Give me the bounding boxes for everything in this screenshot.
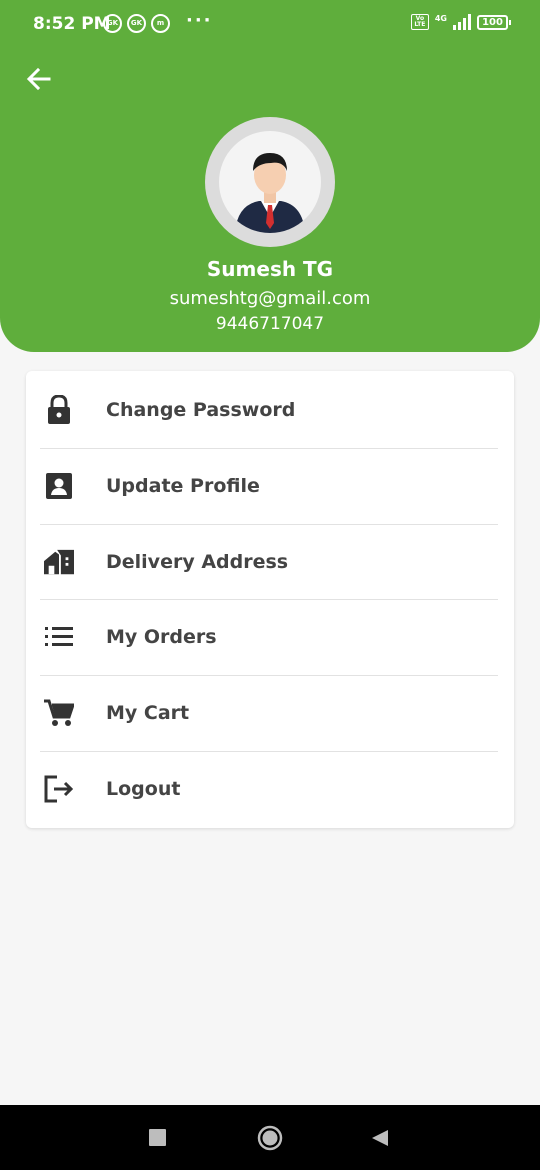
menu-item-my-cart[interactable]: My Cart	[40, 675, 498, 751]
system-nav-bar	[0, 1105, 540, 1170]
arrow-left-icon	[26, 67, 51, 91]
profile-name: Sumesh TG	[206, 257, 334, 281]
profile-phone: 9446717047	[215, 314, 325, 334]
menu-item-my-orders[interactable]: My Orders	[40, 599, 498, 675]
user-avatar-icon	[235, 153, 305, 233]
menu-item-update-profile[interactable]: Update Profile	[40, 448, 498, 524]
list-icon	[44, 622, 74, 652]
profile-header: 8:52 PM GK GK m ··· Vo LTE 4G 100 Sumesh…	[0, 0, 540, 352]
status-app-icons: GK GK m	[103, 14, 170, 33]
menu-item-change-password[interactable]: Change Password	[40, 372, 498, 448]
menu-item-logout[interactable]: Logout	[40, 751, 498, 827]
menu-item-label: My Cart	[106, 702, 190, 724]
profile-email: sumeshtg@gmail.com	[169, 288, 371, 309]
menu-item-label: Change Password	[106, 399, 296, 421]
notification-app-icon: m	[151, 14, 170, 33]
menu-item-label: My Orders	[106, 626, 217, 648]
signal-icon	[453, 14, 471, 30]
logout-icon	[44, 774, 74, 804]
avatar[interactable]	[205, 117, 335, 247]
menu-item-delivery-address[interactable]: Delivery Address	[40, 524, 498, 600]
back-button[interactable]	[22, 62, 56, 96]
account-box-icon	[44, 471, 74, 501]
menu-item-label: Delivery Address	[106, 551, 289, 573]
more-notifications-icon: ···	[186, 10, 213, 31]
home-button[interactable]	[257, 1125, 283, 1151]
recents-button[interactable]	[149, 1129, 166, 1146]
notification-app-icon: GK	[103, 14, 122, 33]
cart-icon	[44, 698, 74, 728]
battery-icon: 100	[477, 14, 511, 30]
back-nav-button[interactable]	[371, 1129, 389, 1147]
status-indicators: Vo LTE 4G 100	[410, 13, 511, 30]
notification-app-icon: GK	[127, 14, 146, 33]
volte-icon: Vo LTE	[410, 14, 429, 30]
status-bar: 8:52 PM GK GK m ··· Vo LTE 4G 100	[0, 0, 540, 48]
home-address-icon	[44, 547, 74, 577]
profile-menu: Change Password Update Profile Delivery …	[26, 371, 514, 828]
menu-item-label: Update Profile	[106, 475, 260, 497]
network-type-label: 4G	[434, 13, 447, 23]
status-time: 8:52 PM	[33, 14, 111, 34]
avatar-image	[219, 131, 321, 233]
menu-item-label: Logout	[106, 778, 181, 800]
lock-icon	[44, 395, 74, 425]
